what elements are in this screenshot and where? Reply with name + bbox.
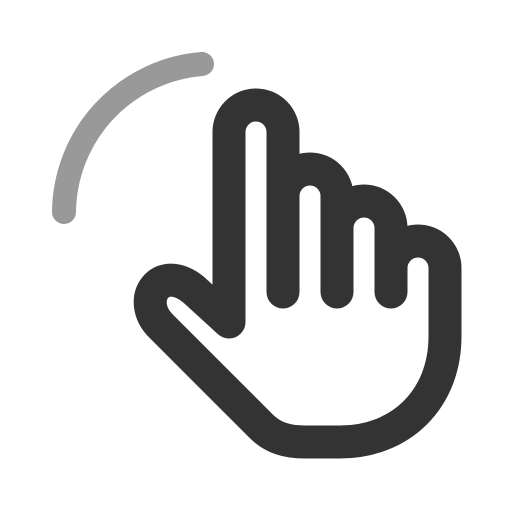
touch-arc-icon (52, 52, 214, 224)
hand-pointer-icon (133, 88, 462, 459)
icon-canvas (0, 0, 512, 512)
tap-gesture-icon (52, 52, 462, 459)
